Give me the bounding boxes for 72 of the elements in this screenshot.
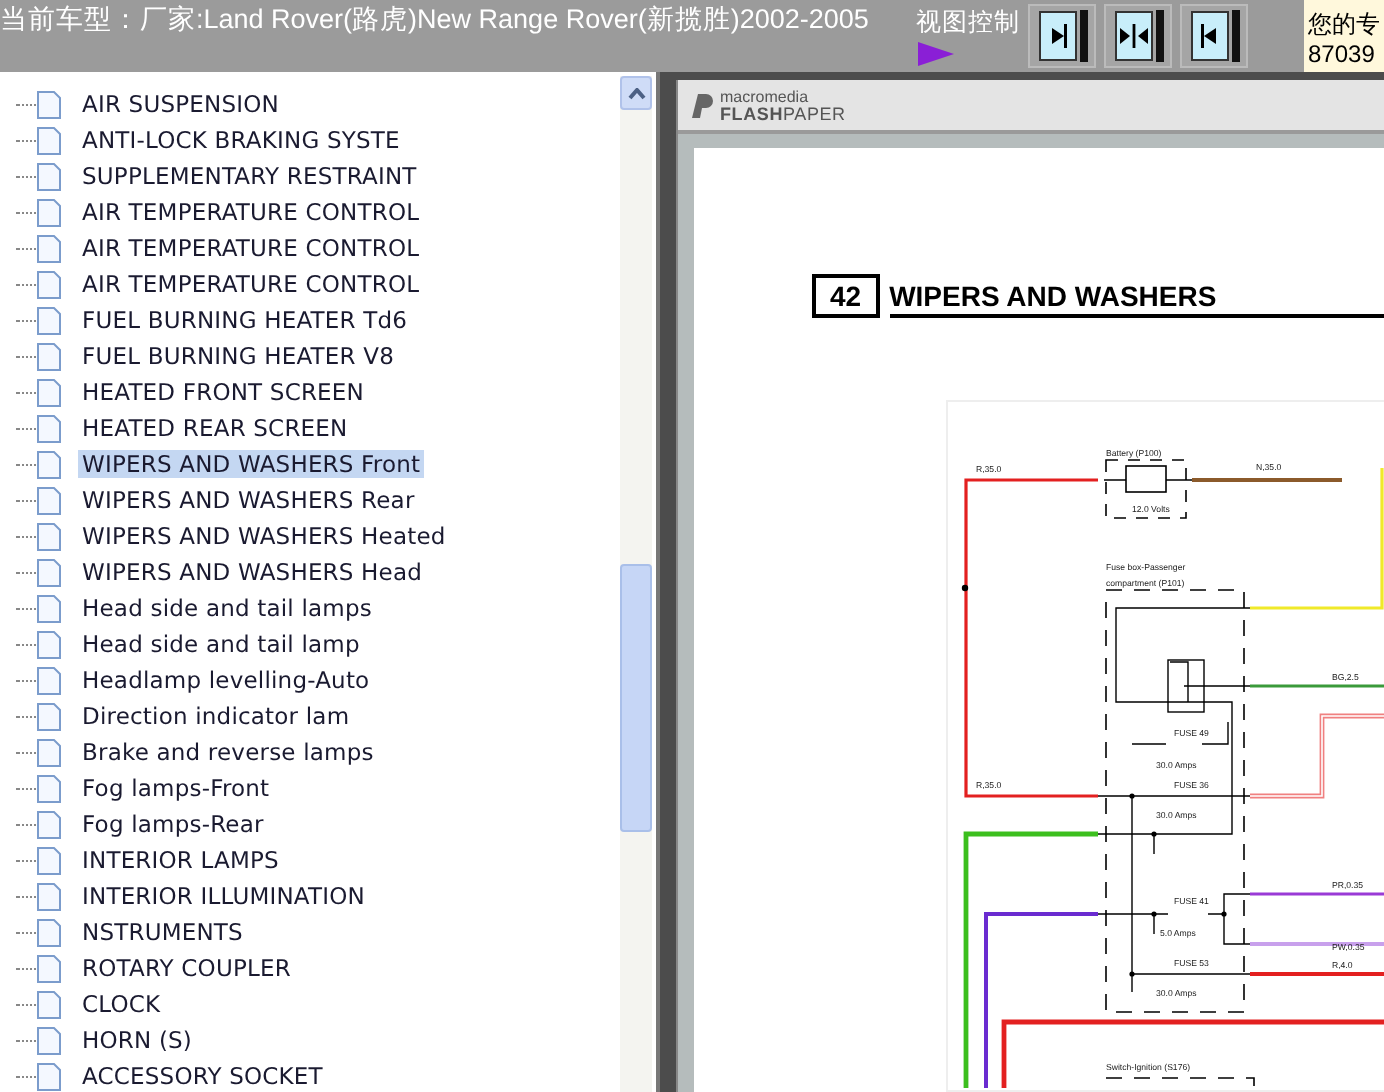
tree-item[interactable]: ROTARY COUPLER: [78, 954, 295, 982]
tree-item[interactable]: FUEL BURNING HEATER Td6: [78, 306, 412, 334]
document-icon: [36, 161, 62, 191]
document-icon: [36, 773, 62, 803]
document-icon: [36, 593, 62, 623]
document-icon: [36, 989, 62, 1019]
tree-item[interactable]: WIPERS AND WASHERS Heated: [78, 522, 450, 550]
side-text: 您的专: [1308, 10, 1382, 40]
tree-item[interactable]: FUEL BURNING HEATER V8: [78, 342, 399, 370]
document-icon: [36, 269, 62, 299]
tree-item[interactable]: INTERIOR ILLUMINATION: [78, 882, 369, 910]
document-icon: [36, 1025, 62, 1055]
document-icon: [36, 629, 62, 659]
document-icon: [36, 701, 62, 731]
document-icon: [36, 845, 62, 875]
document-icon: [36, 917, 62, 947]
side-text: 87039: [1308, 40, 1377, 70]
tree-item[interactable]: NSTRUMENTS: [78, 918, 247, 946]
tree-item[interactable]: AIR TEMPERATURE CONTROL: [78, 198, 424, 226]
view-mode-button[interactable]: [1028, 4, 1096, 68]
document-icon: [36, 557, 62, 587]
tree-item[interactable]: Head side and tail lamps: [78, 594, 376, 622]
document-icon: [36, 521, 62, 551]
scrollbar-thumb[interactable]: [620, 564, 652, 832]
document-icon: [36, 881, 62, 911]
car-model-title: 当前车型：厂家:Land Rover(路虎)New Range Rover(新揽胜)2002-2005: [0, 2, 871, 38]
document-icon: [36, 953, 62, 983]
tree-item[interactable]: HEATED REAR SCREEN: [78, 414, 352, 442]
document-icon: [36, 305, 62, 335]
view-mode-button[interactable]: [1180, 4, 1248, 68]
scroll-up-button[interactable]: [620, 76, 652, 110]
document-icon: [36, 485, 62, 515]
section-title: WIPERS AND WASHERS: [889, 280, 1384, 318]
tree-item[interactable]: Headlamp levelling-Auto: [78, 666, 374, 694]
tree-item[interactable]: Head side and tail lamp: [78, 630, 364, 658]
play-icon[interactable]: [916, 42, 956, 66]
tree-item[interactable]: ANTI-LOCK BRAKING SYSTE: [78, 126, 404, 154]
tree-item[interactable]: INTERIOR LAMPS: [78, 846, 283, 874]
document-icon: [36, 665, 62, 695]
view-control-label: 视图控制: [916, 6, 1020, 40]
document-icon: [36, 89, 62, 119]
tree-item[interactable]: WIPERS AND WASHERS Head: [78, 558, 427, 586]
document-icon: [36, 449, 62, 479]
document-icon: [36, 197, 62, 227]
document-icon: [36, 413, 62, 443]
tree-item[interactable]: HEATED FRONT SCREEN: [78, 378, 368, 406]
tree-item[interactable]: CLOCK: [78, 990, 165, 1018]
document-icon: [36, 809, 62, 839]
tree-item[interactable]: WIPERS AND WASHERS Front: [78, 450, 425, 478]
tree-item[interactable]: AIR TEMPERATURE CONTROL: [78, 234, 424, 262]
document-icon: [36, 125, 62, 155]
tree-item[interactable]: Brake and reverse lamps: [78, 738, 378, 766]
tree-item[interactable]: SUPPLEMENTARY RESTRAINT: [78, 162, 421, 190]
document-icon: [36, 233, 62, 263]
tree-item[interactable]: Fog lamps-Front: [78, 774, 274, 802]
caret-up-icon: [627, 87, 645, 99]
tree-item[interactable]: AIR SUSPENSION: [78, 90, 283, 118]
view-mode-button[interactable]: [1104, 4, 1172, 68]
tree-item[interactable]: HORN (S): [78, 1026, 197, 1054]
section-number: 42: [812, 274, 880, 318]
brand-name: macromedia: [720, 89, 811, 105]
tree-item[interactable]: Fog lamps-Rear: [78, 810, 268, 838]
product-name: FLASHPAPER: [720, 105, 846, 121]
tree-item[interactable]: AIR TEMPERATURE CONTROL: [78, 270, 424, 298]
logo-icon: [690, 91, 714, 119]
scrollbar[interactable]: [620, 76, 652, 1092]
document-icon: [36, 737, 62, 767]
tree-item[interactable]: WIPERS AND WASHERS Rear: [78, 486, 419, 514]
document-icon: [36, 341, 62, 371]
document-icon: [36, 377, 62, 407]
tree-item[interactable]: ACCESSORY SOCKET: [78, 1062, 327, 1090]
tree-item[interactable]: Direction indicator lam: [78, 702, 354, 730]
